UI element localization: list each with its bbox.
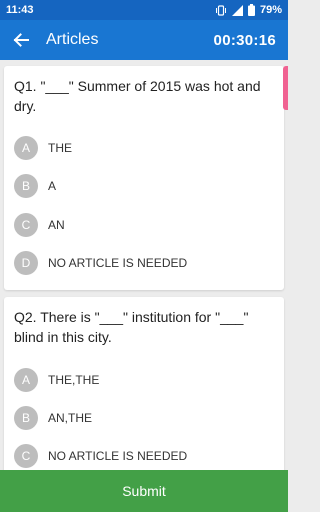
option-letter: A (14, 368, 38, 392)
option-label: AN (48, 218, 65, 232)
battery-percent: 79% (259, 4, 282, 16)
status-time: 11:43 (6, 4, 34, 16)
option-c[interactable]: C AN (14, 213, 65, 237)
option-letter: A (14, 136, 38, 160)
question-text: Q2. There is "___" institution for "___"… (14, 309, 249, 345)
question-list[interactable]: Q1. "___" Summer of 2015 was hot and dry… (0, 60, 288, 470)
app-bar: Articles 00:30:16 (0, 20, 288, 60)
option-label: A (48, 179, 57, 193)
option-a[interactable]: A THE (14, 136, 72, 160)
option-letter: B (14, 174, 38, 198)
timer: 00:30:16 (213, 31, 276, 49)
status-icons: 79% (215, 4, 282, 16)
option-letter: B (14, 406, 38, 430)
option-letter: C (14, 213, 38, 237)
signal-icon (231, 4, 243, 16)
battery-icon (247, 4, 255, 16)
option-d[interactable]: D NO ARTICLE IS NEEDED (14, 251, 187, 275)
option-letter: C (14, 444, 38, 468)
question-card: Q1. "___" Summer of 2015 was hot and dry… (4, 66, 284, 290)
question-text: Q1. "___" Summer of 2015 was hot and dry… (14, 78, 261, 114)
submit-button[interactable]: Submit (0, 470, 288, 512)
vibrate-icon (215, 4, 226, 16)
question-card: Q2. There is "___" institution for "___"… (4, 297, 284, 470)
option-a[interactable]: A THE,THE (14, 368, 99, 392)
arrow-left-icon (13, 33, 29, 47)
page-title: Articles (46, 31, 99, 48)
back-button[interactable] (10, 29, 32, 51)
option-label: THE,THE (48, 373, 100, 387)
option-label: NO ARTICLE IS NEEDED (48, 256, 188, 270)
option-letter: D (14, 251, 38, 275)
option-label: NO ARTICLE IS NEEDED (48, 449, 188, 463)
option-label: AN,THE (48, 411, 93, 425)
option-b[interactable]: B AN,THE (14, 406, 92, 430)
option-c[interactable]: C NO ARTICLE IS NEEDED (14, 444, 187, 468)
option-label: THE (48, 141, 72, 155)
option-b[interactable]: B A (14, 174, 56, 198)
status-bar: 11:43 79% (0, 0, 288, 20)
scroll-indicator[interactable] (283, 66, 288, 110)
